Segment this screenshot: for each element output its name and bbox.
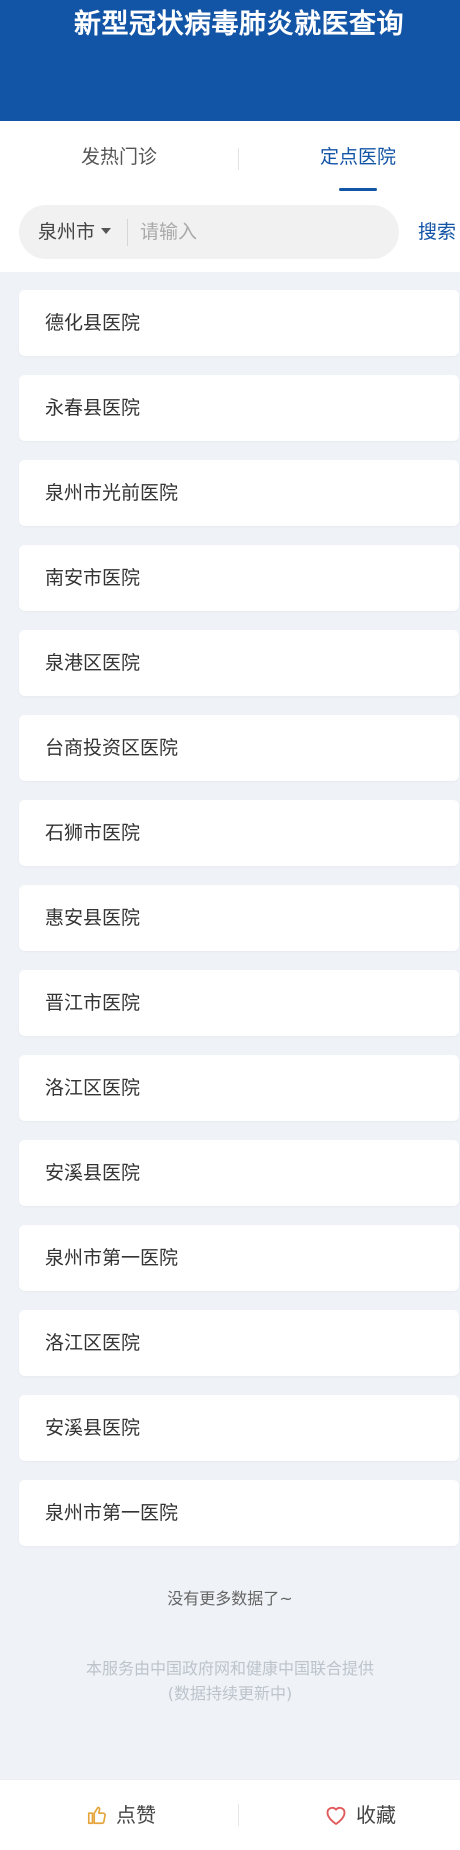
footer-line-update: (数据持续更新中) — [167, 1684, 293, 1703]
hospital-card[interactable]: 南安市医院 — [19, 545, 459, 611]
tab-designated-hospital[interactable]: 定点医院 — [239, 121, 460, 193]
hospital-name: 惠安县医院 — [45, 907, 141, 929]
thumbs-up-icon — [87, 1806, 106, 1824]
city-dropdown-label: 泉州市 — [38, 221, 96, 243]
hospital-name: 泉州市光前医院 — [45, 482, 179, 504]
footer-note: 本服务由中国政府网和健康中国联合提供 (数据持续更新中) — [0, 1656, 460, 1706]
hospital-name: 安溪县医院 — [45, 1417, 141, 1439]
hospital-name: 石狮市医院 — [45, 822, 141, 844]
hospital-name: 晋江市医院 — [45, 992, 141, 1014]
hospital-name: 泉州市第一医院 — [45, 1247, 179, 1269]
like-button[interactable]: 点赞 — [86, 1780, 156, 1850]
hospital-card[interactable]: 泉州市第一医院 — [19, 1480, 459, 1546]
hospital-card[interactable]: 晋江市医院 — [19, 970, 459, 1036]
hospital-card[interactable]: 安溪县医院 — [19, 1395, 459, 1461]
hospital-name: 永春县医院 — [45, 397, 141, 419]
city-dropdown[interactable]: 泉州市 — [38, 205, 112, 259]
hospital-name: 泉港区医院 — [45, 652, 141, 674]
hospital-name: 台商投资区医院 — [45, 737, 179, 759]
search-input[interactable] — [140, 214, 380, 250]
search-box: 泉州市 — [19, 205, 399, 259]
hospital-name: 德化县医院 — [45, 312, 141, 334]
tab-fever-clinic[interactable]: 发热门诊 — [0, 121, 238, 193]
search-bar: 泉州市 搜索 — [0, 193, 460, 272]
footer-line-provider: 本服务由中国政府网和健康中国联合提供 — [85, 1659, 374, 1678]
heart-icon — [326, 1806, 346, 1825]
bottom-bar: 点赞 收藏 — [0, 1779, 460, 1850]
hospital-card[interactable]: 德化县医院 — [19, 290, 459, 356]
hospital-card[interactable]: 安溪县医院 — [19, 1140, 459, 1206]
hospital-name: 泉州市第一医院 — [45, 1502, 179, 1524]
favorite-label: 收藏 — [356, 1803, 396, 1827]
hospital-card[interactable]: 永春县医院 — [19, 375, 459, 441]
hospital-card[interactable]: 惠安县医院 — [19, 885, 459, 951]
hospital-card[interactable]: 泉州市第一医院 — [19, 1225, 459, 1291]
list-end-text: 没有更多数据了~ — [167, 1589, 293, 1608]
bottom-divider — [238, 1804, 239, 1826]
hospital-card[interactable]: 泉州市光前医院 — [19, 460, 459, 526]
hospital-card[interactable]: 石狮市医院 — [19, 800, 459, 866]
hospital-name: 洛江区医院 — [45, 1332, 141, 1354]
active-tab-indicator — [339, 188, 377, 191]
hospital-card[interactable]: 台商投资区医院 — [19, 715, 459, 781]
caret-down-icon — [101, 227, 112, 234]
page-title: 新型冠状病毒肺炎就医查询 — [74, 9, 404, 40]
like-label: 点赞 — [116, 1803, 156, 1827]
favorite-button[interactable]: 收藏 — [324, 1780, 396, 1850]
hospital-card[interactable]: 洛江区医院 — [19, 1055, 459, 1121]
header: 新型冠状病毒肺炎就医查询 — [0, 0, 460, 121]
hospital-name: 安溪县医院 — [45, 1162, 141, 1184]
hospital-name: 洛江区医院 — [45, 1077, 141, 1099]
search-divider — [127, 219, 128, 246]
search-button[interactable]: 搜索 — [418, 205, 456, 259]
hospital-card[interactable]: 泉港区医院 — [19, 630, 459, 696]
tab-bar: 发热门诊 定点医院 — [0, 121, 460, 193]
hospital-name: 南安市医院 — [45, 567, 141, 589]
hospital-card[interactable]: 洛江区医院 — [19, 1310, 459, 1376]
